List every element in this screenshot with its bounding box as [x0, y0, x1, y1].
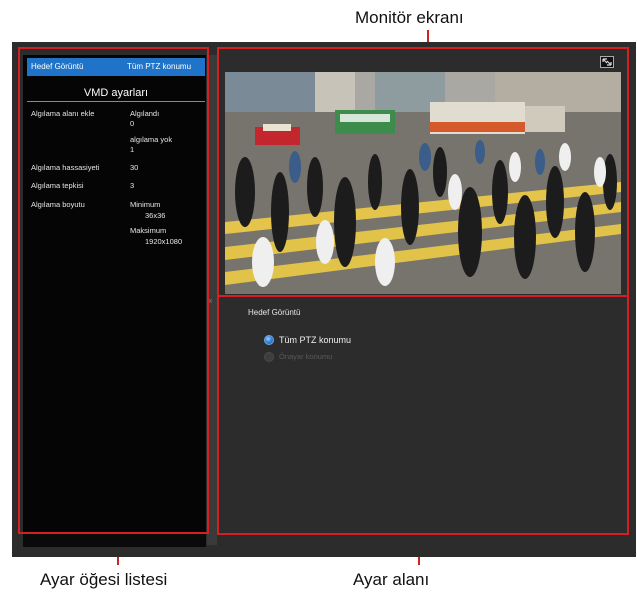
callout-monitor-label: Monitör ekranı	[355, 8, 464, 27]
highlight-monitor-screen	[217, 47, 629, 297]
callout-item-list-label: Ayar öğesi listesi	[40, 570, 168, 589]
callout-settings-area-label: Ayar alanı	[353, 570, 430, 589]
left-panel-footer	[23, 533, 206, 547]
highlight-settings-area	[217, 295, 629, 535]
highlight-setting-item-list	[18, 47, 209, 534]
